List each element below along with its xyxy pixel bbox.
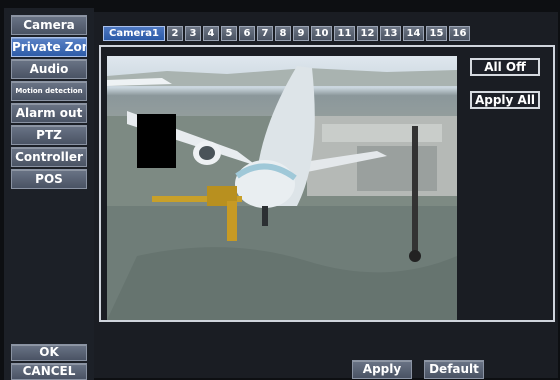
all-off-button[interactable]: All Off xyxy=(470,58,540,76)
sidebar-item-motion-detection[interactable]: Motion detection xyxy=(11,81,87,101)
sidebar-item-private-zone[interactable]: Private Zone xyxy=(11,37,87,57)
sidebar-item-controller[interactable]: Controller xyxy=(11,147,87,167)
tab-camera-4[interactable]: 4 xyxy=(203,26,219,41)
tab-camera-5[interactable]: 5 xyxy=(221,26,237,41)
airport-scene-image xyxy=(107,66,457,320)
sidebar-item-alarm-out[interactable]: Alarm out xyxy=(11,103,87,123)
tab-camera-11[interactable]: 11 xyxy=(334,26,355,41)
tab-camera-2[interactable]: 2 xyxy=(167,26,183,41)
tab-camera-12[interactable]: 12 xyxy=(357,26,378,41)
tab-camera-6[interactable]: 6 xyxy=(239,26,255,41)
tab-camera-15[interactable]: 15 xyxy=(426,26,447,41)
cancel-button[interactable]: CANCEL xyxy=(11,363,87,380)
tab-camera-10[interactable]: 10 xyxy=(311,26,332,41)
tab-camera-3[interactable]: 3 xyxy=(185,26,201,41)
tab-camera-13[interactable]: 13 xyxy=(380,26,401,41)
tab-camera-8[interactable]: 8 xyxy=(275,26,291,41)
sidebar-item-audio[interactable]: Audio xyxy=(11,59,87,79)
ok-button[interactable]: OK xyxy=(11,344,87,361)
apply-button[interactable]: Apply xyxy=(352,360,412,379)
tab-camera-9[interactable]: 9 xyxy=(293,26,309,41)
privacy-mask-zone[interactable] xyxy=(137,114,176,168)
tab-camera-7[interactable]: 7 xyxy=(257,26,273,41)
sidebar-item-pos[interactable]: POS xyxy=(11,169,87,189)
sidebar-item-ptz[interactable]: PTZ xyxy=(11,125,87,145)
tab-camera-1[interactable]: Camera1 xyxy=(103,26,165,41)
apply-all-button[interactable]: Apply All xyxy=(470,91,540,109)
default-button[interactable]: Default xyxy=(424,360,484,379)
tab-camera-14[interactable]: 14 xyxy=(403,26,424,41)
tab-camera-16[interactable]: 16 xyxy=(449,26,470,41)
camera-video-preview[interactable] xyxy=(107,56,457,320)
sidebar-item-camera[interactable]: Camera xyxy=(11,15,87,35)
